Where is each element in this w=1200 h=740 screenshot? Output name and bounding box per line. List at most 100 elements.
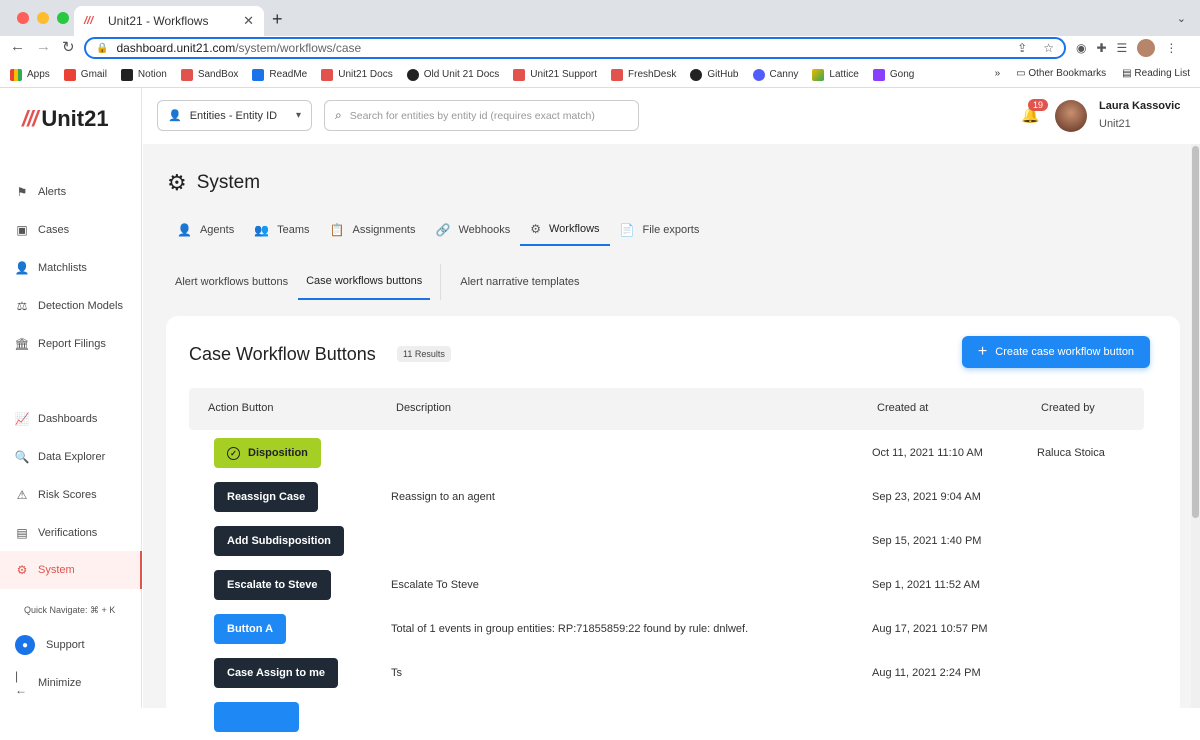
share-icon[interactable]: ⇪ [1017, 41, 1027, 55]
workflow-action-button[interactable]: ✓ Disposition [214, 438, 321, 468]
scrollbar-thumb[interactable] [1192, 146, 1199, 518]
more-bookmarks-icon[interactable]: » [995, 68, 1001, 79]
zoom-window-button[interactable] [57, 12, 69, 24]
extension-badge-icon[interactable]: ◉ [1076, 41, 1086, 55]
tab-webhooks[interactable]: 🔗 Webhooks [426, 214, 521, 246]
check-circle-icon: ✓ [227, 446, 240, 460]
tab-teams[interactable]: 👥 Teams [244, 214, 319, 246]
bookmark-github[interactable]: GitHub [690, 68, 739, 81]
forward-arrow-icon[interactable]: → [36, 38, 51, 55]
file-export-icon: 📄 [619, 223, 635, 237]
sidebar-item-cases[interactable]: ▣ Cases [0, 211, 142, 249]
bookmark-readme[interactable]: ReadMe [252, 68, 307, 81]
close-window-button[interactable] [17, 12, 29, 24]
person-icon: 👤 [177, 223, 192, 237]
created-at-cell: Oct 11, 2021 11:10 AM [872, 447, 983, 459]
tab-agents[interactable]: 👤 Agents [167, 214, 244, 246]
user-avatar[interactable] [1055, 100, 1087, 132]
sidebar-item-verifications[interactable]: ▤ Verifications [0, 514, 142, 552]
subtab-case-workflows-buttons[interactable]: Case workflows buttons [298, 264, 431, 300]
bookmark-unit21-support[interactable]: Unit21 Support [513, 68, 597, 81]
bookmark-notion[interactable]: Notion [120, 68, 167, 81]
tab-workflows[interactable]: ⚙ Workflows [520, 214, 610, 246]
table-row[interactable]: Reassign Case Reassign to an agent Sep 23,… [189, 476, 1144, 520]
table-row[interactable]: Add Subdisposition Sep 15, 2021 1:40 PM [189, 520, 1144, 564]
reload-icon[interactable]: ↻ [62, 38, 75, 56]
app: ///Unit21 ⚑ Alerts ▣ Cases 👤 Matchlists ⚖ De… [0, 88, 1200, 732]
column-header-created-by[interactable]: Created by [1041, 402, 1095, 414]
sidebar-item-risk-scores[interactable]: ⚠ Risk Scores [0, 476, 142, 514]
minimize-button[interactable]: |← Minimize [0, 664, 142, 702]
workflow-action-button[interactable] [214, 702, 299, 732]
address-bar[interactable]: 🔒 dashboard.unit21.com/system/workflows/… [84, 37, 1066, 59]
workflow-action-button[interactable]: Button A [214, 614, 287, 644]
table-row[interactable] [189, 696, 1144, 740]
sidebar-item-matchlists[interactable]: 👤 Matchlists [0, 249, 142, 287]
table-row[interactable]: ✓ Disposition Oct 11, 2021 11:10 AM Raluca … [189, 432, 1144, 476]
browser-chrome: /// Unit21 - Workflows ✕ + ⌄ ← → ↻ 🔒 das… [0, 0, 1200, 88]
column-header-action-button[interactable]: Action Button [208, 402, 273, 414]
reading-mode-icon[interactable]: ☰ [1117, 41, 1128, 55]
user-org: Unit21 [1099, 118, 1131, 130]
sidebar-item-dashboards[interactable]: 📈 Dashboards [0, 400, 142, 438]
sidebar-item-system[interactable]: ⚙ System [0, 551, 142, 589]
page-scrollbar[interactable] [1191, 144, 1200, 708]
sidebar-item-report-filings[interactable]: 🏛 Report Filings [0, 325, 142, 363]
bookmark-old-unit21-docs[interactable]: Old Unit 21 Docs [406, 68, 499, 81]
browser-tab[interactable]: /// Unit21 - Workflows ✕ [74, 6, 264, 36]
new-tab-icon[interactable]: + [272, 9, 283, 30]
workflow-action-button[interactable]: Add Subdisposition [214, 526, 344, 556]
bookmark-sandbox[interactable]: SandBox [180, 68, 238, 81]
bookmark-gmail[interactable]: Gmail [63, 68, 107, 81]
column-header-description[interactable]: Description [396, 402, 451, 414]
create-case-workflow-button[interactable]: + Create case workflow button [962, 336, 1150, 368]
sidebar-item-data-explorer[interactable]: 🔍 Data Explorer [0, 438, 142, 476]
sidebar: ///Unit21 ⚑ Alerts ▣ Cases 👤 Matchlists ⚖ De… [0, 88, 142, 708]
back-arrow-icon[interactable]: ← [10, 38, 25, 55]
column-header-created-at[interactable]: Created at [877, 402, 928, 414]
action-button-label: Reassign Case [227, 491, 306, 503]
bookmark-freshdesk[interactable]: FreshDesk [611, 68, 676, 81]
extensions-puzzle-icon[interactable]: ✚ [1096, 41, 1106, 55]
reading-list[interactable]: ▤ Reading List [1122, 68, 1190, 79]
clipboard-check-icon: 📋 [329, 223, 345, 237]
profile-avatar[interactable] [1137, 39, 1156, 57]
subtab-alert-workflows-buttons[interactable]: Alert workflows buttons [167, 264, 296, 300]
tab-assignments[interactable]: 📋 Assignments [320, 214, 426, 246]
bookmark-apps[interactable]: Apps [10, 68, 50, 81]
bookmarks-bar: Apps Gmail Notion SandBox ReadMe Unit21 … [0, 62, 1200, 88]
entity-search-input[interactable]: ⌕ Search for entities by entity id (requ… [324, 100, 639, 131]
minimize-window-button[interactable] [37, 12, 49, 24]
bookmark-unit21-docs[interactable]: Unit21 Docs [321, 68, 393, 81]
close-tab-icon[interactable]: ✕ [243, 13, 254, 29]
unit21-favicon-icon: /// [84, 15, 94, 27]
link-icon: 🔗 [435, 223, 451, 237]
workflow-action-button[interactable]: Case Assign to me [214, 658, 339, 688]
tab-file-exports[interactable]: 📄 File exports [610, 214, 710, 246]
table-row[interactable]: Escalate to Steve Escalate To Steve Sep 1,… [189, 564, 1144, 608]
tab-search-chevron-icon[interactable]: ⌄ [1177, 12, 1186, 25]
bookmark-lattice[interactable]: Lattice [812, 68, 859, 81]
workflow-action-button[interactable]: Reassign Case [214, 482, 319, 512]
description-cell: Escalate To Steve [391, 579, 479, 591]
browser-menu-icon[interactable]: ⋮ [1165, 41, 1177, 55]
other-bookmarks[interactable]: ▭ Other Bookmarks [1016, 68, 1106, 79]
unit21-logo[interactable]: ///Unit21 [22, 106, 109, 132]
bookmark-star-icon[interactable]: ☆ [1043, 41, 1054, 55]
entity-type-select[interactable]: 👤 Entities - Entity ID ▾ [157, 100, 312, 131]
bookmark-gong[interactable]: Gong [872, 68, 914, 81]
gear-icon: ⚙ [16, 563, 28, 577]
sidebar-item-alerts[interactable]: ⚑ Alerts [0, 173, 142, 211]
case-workflow-buttons-card: Case Workflow Buttons 11 Results + Creat… [166, 316, 1180, 732]
subtab-alert-narrative-templates[interactable]: Alert narrative templates [440, 264, 587, 300]
table-row[interactable]: Button A Total of 1 events in group entit… [189, 608, 1144, 652]
bookmark-canny[interactable]: Canny [752, 68, 798, 81]
people-icon: 👥 [254, 223, 270, 237]
workflow-action-button[interactable]: Escalate to Steve [214, 570, 331, 600]
sidebar-item-detection-models[interactable]: ⚖ Detection Models [0, 287, 142, 325]
support-button[interactable]: ● Support [0, 626, 142, 664]
action-button-label: Disposition [248, 447, 308, 459]
table-row[interactable]: Case Assign to me Ts Aug 11, 2021 2:24 PM [189, 652, 1144, 696]
gear-icon: ⚙ [167, 170, 187, 195]
url-host: dashboard.unit21.com [116, 41, 236, 55]
